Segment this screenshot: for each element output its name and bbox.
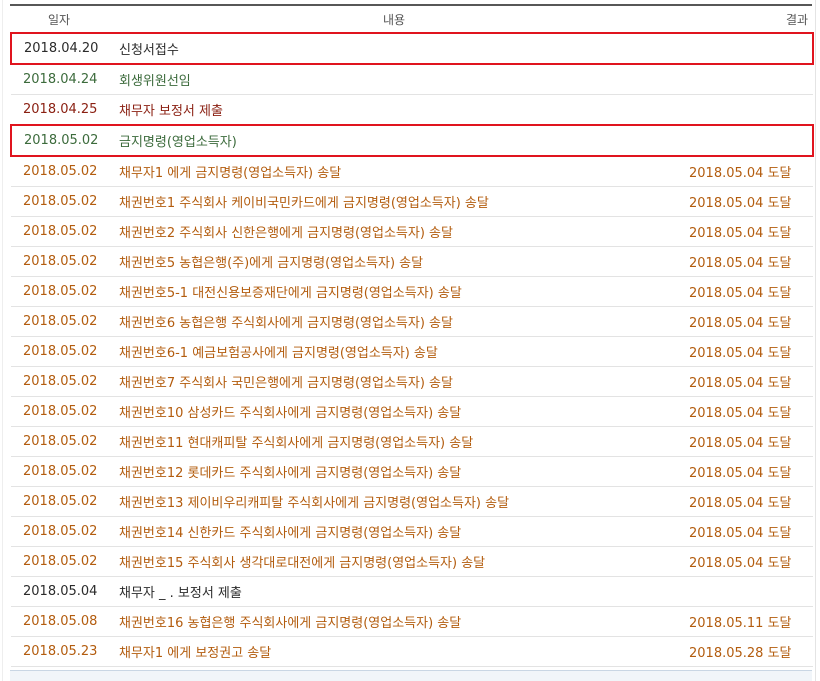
table-row: 2018.05.02 채권번호5 농협은행(주)에게 금지명령(영업소득자) 송달… [11, 246, 813, 277]
row-date: 2018.05.02 [11, 216, 107, 247]
row-content: 채무자 보정서 제출 [107, 94, 681, 126]
row-result: 2018.05.28 도달 [681, 636, 813, 667]
row-result [681, 576, 813, 607]
row-result [681, 64, 813, 95]
row-result: 2018.05.04 도달 [681, 336, 813, 367]
row-content: 채권번호5-1 대전신용보증재단에게 금지명령(영업소득자) 송달 [107, 276, 681, 307]
row-content: 회생위원선임 [107, 64, 681, 95]
table-row: 2018.05.02 채권번호15 주식회사 생각대로대전에게 금지명령(영업소득… [11, 546, 813, 577]
table-row: 2018.05.02 금지명령(영업소득자) [10, 124, 814, 157]
row-result: 2018.05.04 도달 [681, 426, 813, 457]
row-content: 채권번호11 현대캐피탈 주식회사에게 금지명령(영업소득자) 송달 [107, 426, 681, 457]
row-content: 채권번호13 제이비우리캐피탈 주식회사에게 금지명령(영업소득자) 송달 [107, 486, 681, 517]
table-row: 2018.05.02 채권번호10 삼성카드 주식회사에게 금지명령(영업소득자)… [11, 396, 813, 427]
row-result: 2018.05.11 도달 [681, 606, 813, 637]
row-content: 채권번호10 삼성카드 주식회사에게 금지명령(영업소득자) 송달 [107, 396, 681, 427]
table-row: 2018.05.08 채권번호16 농협은행 주식회사에게 금지명령(영업소득자)… [11, 606, 813, 637]
table-row: 2018.04.25 채무자 보정서 제출 [11, 94, 813, 126]
row-date: 2018.05.04 [11, 576, 107, 607]
table-row: 2018.05.02 채권번호13 제이비우리캐피탈 주식회사에게 금지명령(영업… [11, 486, 813, 517]
row-result: 2018.05.04 도달 [681, 516, 813, 547]
bottom-panel-edge [10, 670, 812, 681]
table-row: 2018.05.02 채권번호11 현대캐피탈 주식회사에게 금지명령(영업소득자… [11, 426, 813, 457]
row-date: 2018.05.02 [11, 246, 107, 277]
row-content: 채권번호5 농협은행(주)에게 금지명령(영업소득자) 송달 [107, 246, 681, 277]
header-content: 내용 [107, 6, 681, 34]
row-result: 2018.05.04 도달 [681, 456, 813, 487]
row-content: 금지명령(영업소득자) [107, 124, 681, 157]
row-content: 채무자1 에게 보정권고 송달 [107, 636, 681, 667]
row-content: 채권번호6 농협은행 주식회사에게 금지명령(영업소득자) 송달 [107, 306, 681, 337]
row-result: 2018.05.04 도달 [681, 186, 813, 217]
table-row: 2018.05.02 채권번호5-1 대전신용보증재단에게 금지명령(영업소득자)… [11, 276, 813, 307]
row-date: 2018.05.02 [11, 336, 107, 367]
table-body: 2018.04.20 신청서접수 2018.04.24 회생위원선임 2018.04.2… [10, 32, 814, 667]
table-row: 2018.05.02 채권번호6-1 예금보험공사에게 금지명령(영업소득자) 송… [11, 336, 813, 367]
row-date: 2018.05.02 [11, 426, 107, 457]
table-header: 일자 내용 결과 [11, 6, 813, 34]
row-result: 2018.05.04 도달 [681, 246, 813, 277]
left-border [2, 0, 3, 681]
table-row: 2018.05.02 채권번호6 농협은행 주식회사에게 금지명령(영업소득자) … [11, 306, 813, 337]
row-date: 2018.05.02 [11, 396, 107, 427]
row-date: 2018.05.02 [11, 186, 107, 217]
table-row: 2018.05.02 채권번호2 주식회사 신한은행에게 금지명령(영업소득자) … [11, 216, 813, 247]
row-content: 채무자1 에게 금지명령(영업소득자) 송달 [107, 156, 681, 187]
row-result [681, 124, 814, 157]
header-result: 결과 [681, 6, 813, 34]
row-result: 2018.05.04 도달 [681, 216, 813, 247]
row-date: 2018.05.02 [11, 486, 107, 517]
row-content: 채권번호1 주식회사 케이비국민카드에게 금지명령(영업소득자) 송달 [107, 186, 681, 217]
row-date: 2018.05.02 [11, 456, 107, 487]
row-date: 2018.05.23 [11, 636, 107, 667]
row-content: 채권번호6-1 예금보험공사에게 금지명령(영업소득자) 송달 [107, 336, 681, 367]
row-content: 채권번호12 롯데카드 주식회사에게 금지명령(영업소득자) 송달 [107, 456, 681, 487]
table-row: 2018.05.02 채권번호1 주식회사 케이비국민카드에게 금지명령(영업소득… [11, 186, 813, 217]
row-content: 채권번호16 농협은행 주식회사에게 금지명령(영업소득자) 송달 [107, 606, 681, 637]
table-row: 2018.04.24 회생위원선임 [11, 64, 813, 95]
row-date: 2018.04.24 [11, 64, 107, 95]
row-content: 신청서접수 [107, 32, 681, 65]
table-row: 2018.05.02 채권번호12 롯데카드 주식회사에게 금지명령(영업소득자)… [11, 456, 813, 487]
row-result: 2018.05.04 도달 [681, 156, 813, 187]
header-date: 일자 [11, 6, 107, 34]
row-content: 채권번호15 주식회사 생각대로대전에게 금지명령(영업소득자) 송달 [107, 546, 681, 577]
row-date: 2018.05.02 [11, 306, 107, 337]
table-row: 2018.05.02 채권번호14 신한카드 주식회사에게 금지명령(영업소득자)… [11, 516, 813, 547]
row-content: 채무자 _ . 보정서 제출 [107, 576, 681, 607]
table-row: 2018.04.20 신청서접수 [10, 32, 814, 65]
header-row: 일자 내용 결과 [11, 6, 813, 34]
row-result: 2018.05.04 도달 [681, 486, 813, 517]
row-content: 채권번호14 신한카드 주식회사에게 금지명령(영업소득자) 송달 [107, 516, 681, 547]
table-row: 2018.05.04 채무자 _ . 보정서 제출 [11, 576, 813, 607]
table-row: 2018.05.23 채무자1 에게 보정권고 송달 2018.05.28 도달 [11, 636, 813, 667]
row-content: 채권번호2 주식회사 신한은행에게 금지명령(영업소득자) 송달 [107, 216, 681, 247]
case-history-table-wrap: 일자 내용 결과 2018.04.20 신청서접수 2018.04.24 회생위원선임… [10, 4, 814, 667]
row-date: 2018.05.02 [11, 276, 107, 307]
row-date: 2018.04.20 [10, 32, 107, 65]
row-date: 2018.05.02 [11, 156, 107, 187]
case-history-table: 일자 내용 결과 2018.04.20 신청서접수 2018.04.24 회생위원선임… [10, 6, 814, 667]
row-result: 2018.05.04 도달 [681, 546, 813, 577]
row-result: 2018.05.04 도달 [681, 306, 813, 337]
row-result: 2018.05.04 도달 [681, 396, 813, 427]
row-result: 2018.05.04 도달 [681, 276, 813, 307]
row-date: 2018.05.02 [11, 516, 107, 547]
row-result: 2018.05.04 도달 [681, 366, 813, 397]
row-result [681, 94, 813, 126]
row-content: 채권번호7 주식회사 국민은행에게 금지명령(영업소득자) 송달 [107, 366, 681, 397]
row-date: 2018.05.02 [10, 124, 107, 157]
table-row: 2018.05.02 채권번호7 주식회사 국민은행에게 금지명령(영업소득자) … [11, 366, 813, 397]
table-row: 2018.05.02 채무자1 에게 금지명령(영업소득자) 송달 2018.05.… [11, 156, 813, 187]
right-border [815, 0, 816, 681]
row-date: 2018.05.02 [11, 366, 107, 397]
row-date: 2018.04.25 [11, 94, 107, 126]
row-result [681, 32, 814, 65]
page: 일자 내용 결과 2018.04.20 신청서접수 2018.04.24 회생위원선임… [0, 0, 820, 681]
row-date: 2018.05.08 [11, 606, 107, 637]
row-date: 2018.05.02 [11, 546, 107, 577]
